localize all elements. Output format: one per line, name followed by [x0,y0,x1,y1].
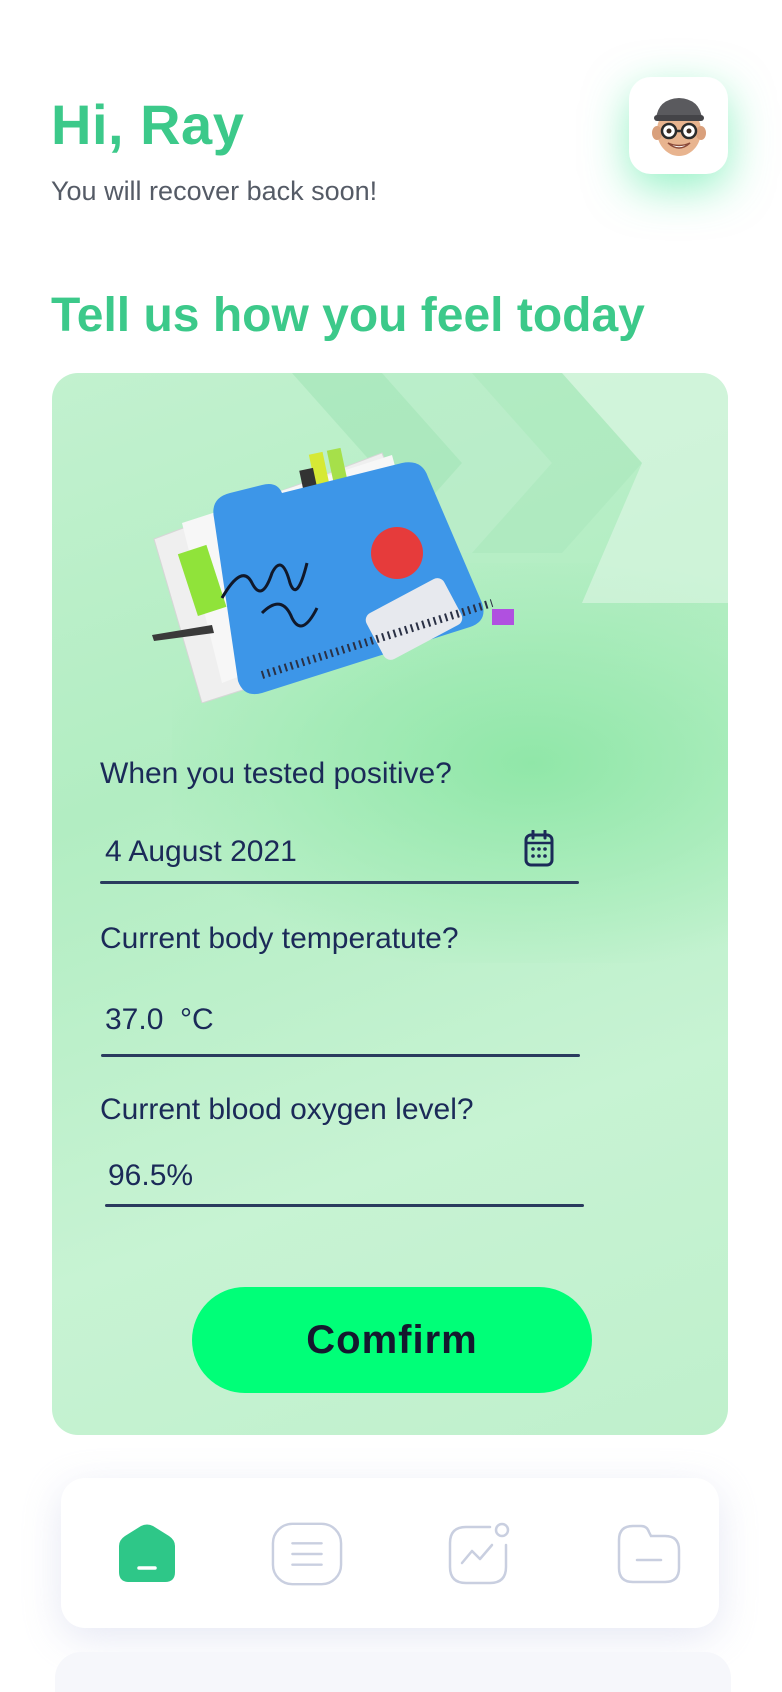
subtitle: You will recover back soon! [51,176,378,206]
nav-documents[interactable] [271,1518,343,1590]
avatar-button[interactable] [629,77,728,174]
home-icon [119,1524,175,1582]
temperature-underline [101,1054,580,1057]
nav-activity[interactable] [443,1518,515,1590]
document-icon [271,1522,343,1586]
temperature-value: 37.0 °C [105,1003,214,1036]
section-title: Tell us how you feel today [51,289,645,342]
bottom-navigation [61,1478,719,1628]
folder-icon [617,1524,681,1584]
calendar-icon[interactable] [524,830,554,868]
memoji-avatar-icon [651,97,706,156]
oxygen-underline [105,1204,584,1207]
greeting: Hi, Ray [51,93,245,156]
nav-home[interactable] [111,1518,183,1590]
folder-illustration [152,447,514,703]
oxygen-value: 96.5% [108,1159,194,1192]
temperature-label: Current body temperatute? [100,922,459,955]
confirm-button[interactable]: Comfirm [192,1287,592,1393]
tested-positive-underline [100,881,579,884]
tested-positive-value: 4 August 2021 [105,835,297,868]
tested-positive-label: When you tested positive? [100,757,452,790]
nav-folder[interactable] [613,1518,685,1590]
health-form-card: When you tested positive? 4 August 2021 … [52,373,728,1435]
bottom-sheet-peek [55,1652,731,1692]
oxygen-label: Current blood oxygen level? [100,1093,474,1126]
activity-icon [448,1522,510,1585]
